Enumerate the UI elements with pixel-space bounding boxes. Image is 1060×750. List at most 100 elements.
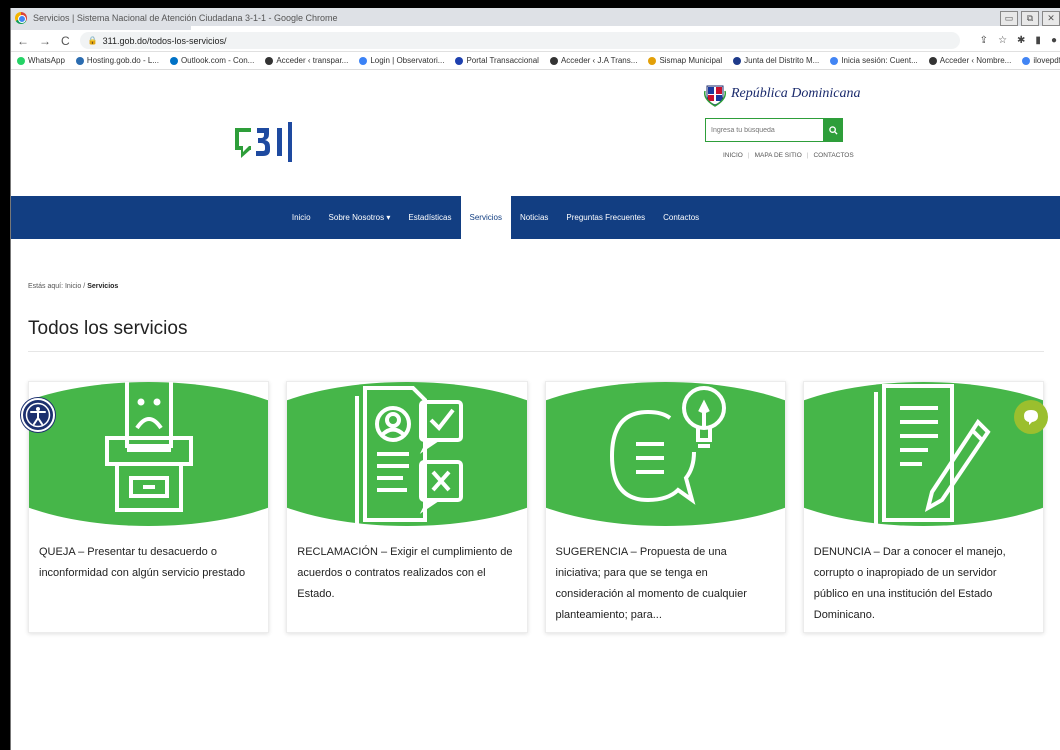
page-title: Todos los servicios <box>28 318 188 339</box>
title-bar: Servicios | Sistema Nacional de Atención… <box>11 8 1060 30</box>
bookmark-favicon-icon <box>1022 56 1031 65</box>
nav-item-6[interactable]: Contactos <box>654 196 708 239</box>
bookmark-item[interactable]: Outlook.com - Con... <box>169 56 255 65</box>
chat-button[interactable] <box>1014 400 1048 434</box>
main-nav: Inicio Sobre Nosotros ▾ Estadísticas Servic… <box>11 196 1060 239</box>
bookmark-favicon-icon <box>455 56 464 65</box>
minimize-button[interactable]: ▭ <box>1000 11 1018 26</box>
service-card-queja[interactable]: QUEJA – Presentar tu desacuerdo o inconf… <box>28 381 270 633</box>
bookmark-label: ilovepdf - Buscar co... <box>1033 56 1060 65</box>
card-illustration <box>803 382 1043 526</box>
toolbar-icons: ⇪ ☆ ✱ ▮ ● ⋮ <box>980 35 1060 46</box>
lock-icon[interactable]: 🔒 <box>88 36 98 45</box>
breadcrumb-prefix: Estás aquí: <box>28 283 64 290</box>
bookmark-label: Acceder ‹ J.A Trans... <box>560 56 638 65</box>
bookmark-item[interactable]: Login | Observatori... <box>359 56 444 65</box>
search-button[interactable] <box>823 118 843 142</box>
card-illustration <box>287 382 527 526</box>
top-link-mapa[interactable]: MAPA DE SITIO <box>755 152 802 159</box>
breadcrumb-home[interactable]: Inicio <box>65 283 81 290</box>
coat-of-arms-icon <box>703 85 727 107</box>
site-search <box>705 118 843 142</box>
extensions-icon[interactable]: ✱ <box>1017 35 1025 46</box>
accessibility-icon <box>25 402 51 428</box>
bookmark-label: Portal Transaccional <box>466 56 539 65</box>
bookmark-favicon-icon <box>549 56 558 65</box>
url-input[interactable]: 🔒 311.gob.do/todos-los-servicios/ <box>79 32 960 49</box>
nav-item-0[interactable]: Inicio <box>283 196 320 239</box>
divider: | <box>747 152 750 159</box>
accessibility-button[interactable] <box>21 398 55 432</box>
nav-item-4[interactable]: Noticias <box>511 196 557 239</box>
bookmark-label: Junta del Distrito M... <box>744 56 820 65</box>
window-title: Servicios | Sistema Nacional de Atención… <box>33 13 338 23</box>
card-description: QUEJA – Presentar tu desacuerdo o inconf… <box>39 546 246 579</box>
bookmark-favicon-icon <box>733 56 742 65</box>
bookmark-favicon-icon <box>17 56 25 65</box>
divider: | <box>806 152 809 159</box>
bookmarks-bar: WhatsApp Hosting.gob.do - L... Outlook.com… <box>11 52 1060 70</box>
bookmark-item[interactable]: Acceder ‹ transpar... <box>265 56 348 65</box>
bookmark-item[interactable]: Hosting.gob.do - L... <box>75 56 159 65</box>
nav-item-3[interactable]: Servicios <box>460 196 511 239</box>
claim-document-icon <box>354 386 463 526</box>
search-input[interactable] <box>705 118 823 142</box>
bookmark-favicon-icon <box>75 56 84 65</box>
top-links: INICIO | MAPA DE SITIO | CONTACTOS <box>723 152 854 159</box>
card-description: RECLAMACIÓN – Exigir el cumplimiento de … <box>297 546 513 600</box>
bookmark-label: WhatsApp <box>28 56 65 65</box>
url-text: 311.gob.do/todos-los-servicios/ <box>102 35 227 46</box>
nav-item-5[interactable]: Preguntas Frecuentes <box>557 196 654 239</box>
bookmark-item[interactable]: ilovepdf - Buscar co... <box>1022 56 1060 65</box>
breadcrumb: Estás aquí: Inicio / Servicios <box>28 283 118 290</box>
bookmark-favicon-icon <box>169 56 178 65</box>
bookmark-label: Outlook.com - Con... <box>180 56 255 65</box>
star-icon[interactable]: ☆ <box>998 35 1007 46</box>
services-grid: QUEJA – Presentar tu desacuerdo o inconf… <box>28 381 1044 633</box>
site-header: República Dominicana INICIO | MAPA DE SI… <box>11 70 1060 196</box>
top-link-contactos[interactable]: CONTACTOS <box>813 152 853 159</box>
browser-window: Servicios | Sistema Nacional de Atención… <box>10 8 1060 750</box>
bookmark-item[interactable]: Junta del Distrito M... <box>733 56 819 65</box>
reload-icon[interactable]: C <box>61 34 70 48</box>
bookmark-label: Login | Observatori... <box>370 56 445 65</box>
card-illustration <box>29 382 269 526</box>
forward-icon[interactable]: → <box>39 34 51 48</box>
bookmark-item[interactable]: Inicia sesión: Cuent... <box>830 56 918 65</box>
bookmark-item[interactable]: Acceder ‹ Nombre... <box>928 56 1012 65</box>
maximize-button[interactable]: ⧉ <box>1021 11 1039 26</box>
tab-strip <box>191 26 1060 30</box>
chat-bubble-icon <box>1024 410 1038 425</box>
complaint-box-icon <box>104 382 193 512</box>
nav-item-1[interactable]: Sobre Nosotros ▾ <box>320 196 400 239</box>
bookmark-item[interactable]: Acceder ‹ J.A Trans... <box>549 56 638 65</box>
breadcrumb-separator: / <box>83 283 86 290</box>
bookmark-label: Acceder ‹ Nombre... <box>939 56 1012 65</box>
divider <box>28 351 1044 352</box>
bookmark-item[interactable]: Sismap Municipal <box>648 56 722 65</box>
bookmark-favicon-icon <box>359 56 368 65</box>
top-link-inicio[interactable]: INICIO <box>723 152 743 159</box>
address-bar: ← → C 🔒 311.gob.do/todos-los-servicios/ … <box>11 30 1060 52</box>
service-card-reclamacion[interactable]: RECLAMACIÓN – Exigir el cumplimiento de … <box>286 381 528 633</box>
service-card-denuncia[interactable]: DENUNCIA – Dar a conocer el manejo, corr… <box>802 381 1044 633</box>
brand-name: República Dominicana <box>731 86 861 101</box>
nav-item-2[interactable]: Estadísticas <box>399 196 460 239</box>
bookmark-item[interactable]: WhatsApp <box>17 56 65 65</box>
share-icon[interactable]: ⇪ <box>980 35 988 46</box>
sidepanel-icon[interactable]: ▮ <box>1035 35 1041 46</box>
search-icon <box>828 125 838 135</box>
bookmark-label: Acceder ‹ transpar... <box>276 56 349 65</box>
idea-bubble-icon <box>610 386 727 505</box>
card-description: SUGERENCIA – Propuesta de una iniciativa… <box>555 546 747 621</box>
card-illustration <box>545 382 785 526</box>
back-icon[interactable]: ← <box>17 34 29 48</box>
logo-311[interactable] <box>233 120 313 164</box>
chrome-logo-icon <box>15 12 27 24</box>
profile-icon[interactable]: ● <box>1051 35 1057 46</box>
service-card-sugerencia[interactable]: SUGERENCIA – Propuesta de una iniciativa… <box>544 381 786 633</box>
bookmark-favicon-icon <box>830 56 839 65</box>
close-button[interactable]: ✕ <box>1042 11 1060 26</box>
bookmark-item[interactable]: Portal Transaccional <box>455 56 539 65</box>
bookmark-label: Hosting.gob.do - L... <box>86 56 159 65</box>
